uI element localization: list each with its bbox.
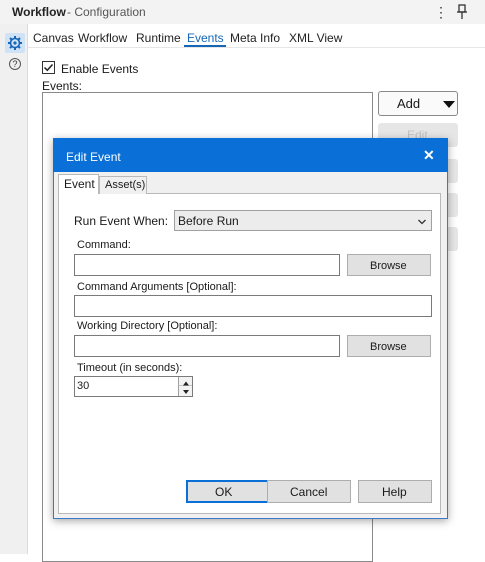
command-args-input[interactable] [74, 295, 432, 317]
chevron-down-icon[interactable] [443, 101, 455, 108]
command-input[interactable] [74, 254, 340, 276]
tab-events[interactable]: Events [187, 31, 224, 45]
tab-runtime[interactable]: Runtime [136, 31, 181, 45]
pin-icon[interactable] [455, 4, 469, 20]
tab-xml-view[interactable]: XML View [289, 31, 342, 45]
enable-events-checkbox[interactable] [42, 61, 55, 74]
more-options-icon[interactable]: ⋮ [434, 3, 448, 21]
cancel-button-label: Cancel [290, 485, 328, 499]
working-dir-label: Working Directory [Optional]: [77, 320, 218, 332]
tab-canvas[interactable]: Canvas [33, 31, 74, 45]
events-label: Events: [42, 79, 83, 93]
command-args-label: Command Arguments [Optional]: [77, 281, 237, 293]
panel-title: Workflow [12, 5, 66, 19]
gear-icon[interactable] [5, 33, 25, 53]
command-label: Command: [77, 239, 131, 251]
timeout-value: 30 [77, 380, 90, 392]
tab-workflow[interactable]: Workflow [78, 31, 127, 45]
tab-assets-label: Asset(s) [105, 179, 146, 191]
tab-divider [28, 47, 485, 48]
working-dir-input[interactable] [74, 335, 340, 357]
timeout-label: Timeout (in seconds): [77, 362, 183, 374]
run-event-when-value: Before Run [178, 214, 239, 228]
run-event-when-label: Run Event When: [74, 214, 169, 228]
spin-up-icon[interactable] [178, 377, 192, 386]
timeout-input[interactable] [74, 376, 193, 397]
ok-button-label: OK [215, 485, 233, 499]
help-icon[interactable]: ? [9, 58, 21, 70]
panel-subtitle: - Configuration [67, 5, 146, 19]
chevron-down-icon[interactable] [418, 215, 426, 225]
side-rail [0, 24, 28, 554]
tab-meta-info[interactable]: Meta Info [230, 31, 280, 45]
spin-down-icon[interactable] [178, 386, 192, 396]
tab-event-label: Event [64, 177, 95, 191]
help-button-label: Help [382, 485, 407, 499]
add-event-label: Add [397, 96, 421, 111]
command-browse-label: Browse [370, 260, 407, 272]
close-icon[interactable]: ✕ [423, 147, 435, 164]
working-dir-browse-label: Browse [370, 341, 407, 353]
enable-events-label: Enable Events [61, 62, 139, 76]
dialog-title: Edit Event [66, 150, 121, 164]
